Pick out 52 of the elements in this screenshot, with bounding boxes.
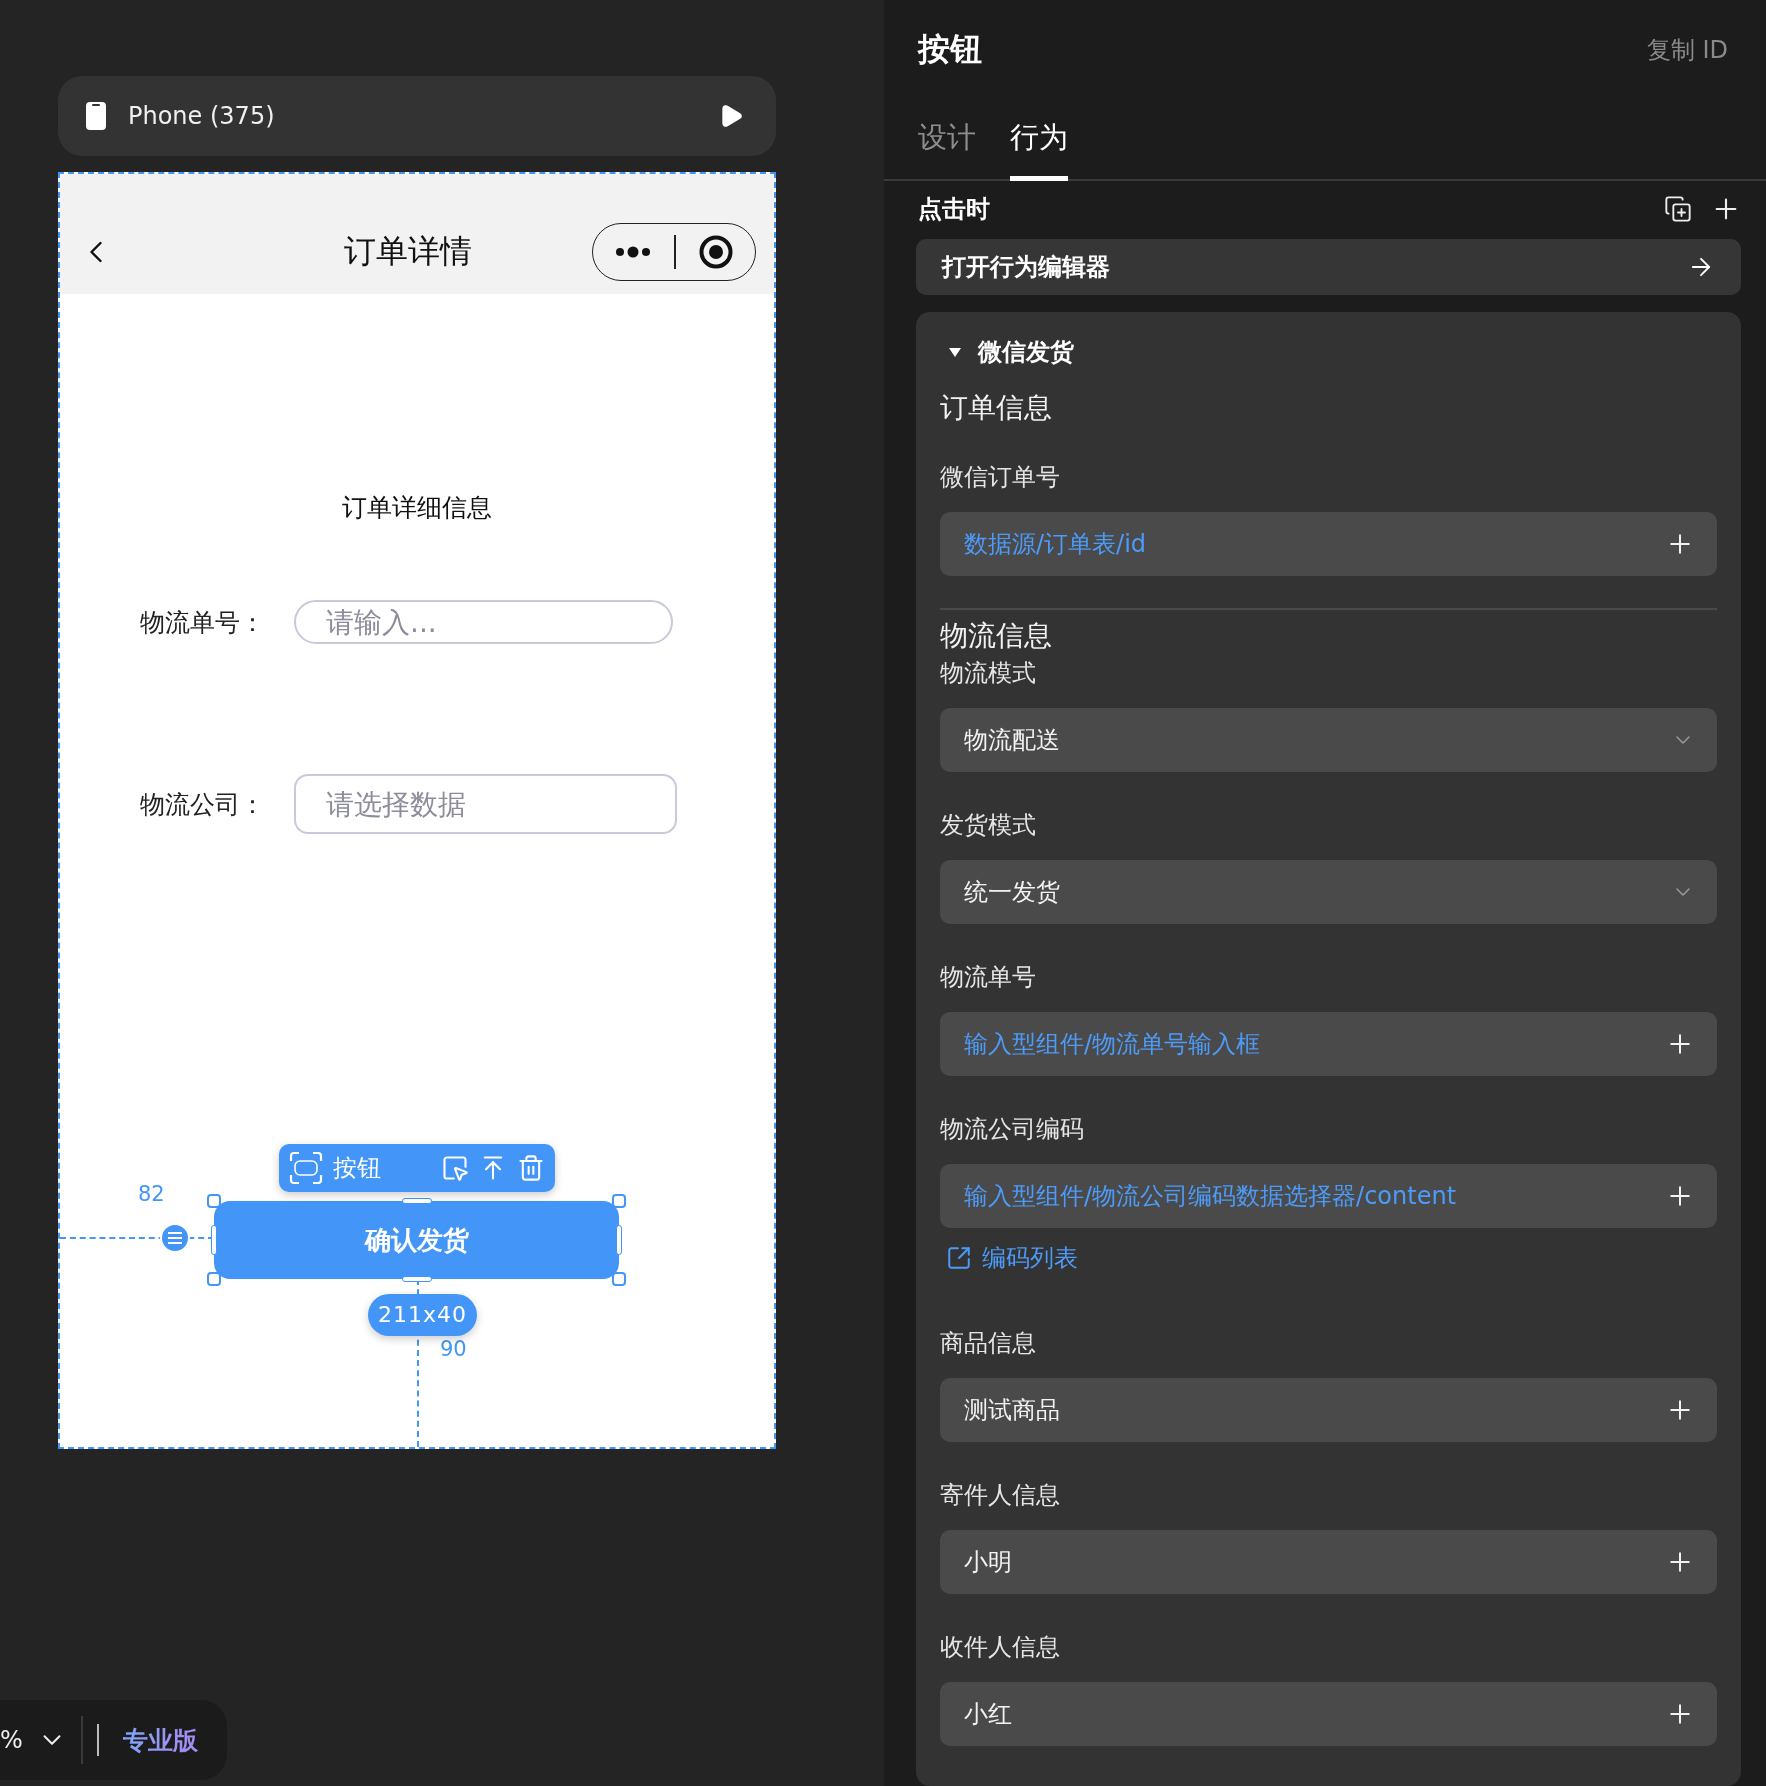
phone-icon bbox=[86, 102, 106, 130]
panel-tab[interactable]: 设计 bbox=[918, 118, 976, 181]
form-label: 物流公司： bbox=[140, 788, 266, 821]
resize-handle[interactable] bbox=[612, 1194, 626, 1208]
event-label: 点击时 bbox=[918, 193, 991, 225]
resize-handle[interactable] bbox=[402, 1198, 432, 1204]
resize-handle[interactable] bbox=[616, 1225, 622, 1255]
field-label: 收件人信息 bbox=[940, 1632, 1061, 1663]
binding-field[interactable]: 小红 bbox=[940, 1682, 1717, 1746]
more-icon[interactable] bbox=[614, 246, 651, 258]
btn-icon bbox=[289, 1151, 323, 1185]
field-label: 微信订单号 bbox=[940, 462, 1061, 493]
resize-handle[interactable] bbox=[402, 1276, 432, 1282]
select-field[interactable]: 物流配送 bbox=[940, 708, 1717, 772]
field-label: 发货模式 bbox=[940, 810, 1037, 841]
input-field[interactable]: 请输入... bbox=[294, 600, 673, 644]
component-type-label: 按钮 bbox=[333, 1153, 382, 1184]
copy-id-link[interactable]: 复制 ID bbox=[1646, 34, 1728, 66]
field-label: 物流模式 bbox=[940, 658, 1037, 689]
binding-field[interactable]: 小明 bbox=[940, 1530, 1717, 1594]
device-label[interactable]: Phone (375) bbox=[128, 102, 696, 130]
add-copy-icon[interactable] bbox=[1664, 194, 1692, 223]
pointer-icon[interactable] bbox=[441, 1154, 469, 1182]
field-label: 物流公司编码 bbox=[940, 1114, 1085, 1145]
size-badge: 211x40 bbox=[368, 1294, 477, 1336]
offset-label: 90 bbox=[440, 1337, 467, 1361]
zoom-value[interactable]: % bbox=[0, 1726, 23, 1754]
binding-field[interactable]: 测试商品 bbox=[940, 1378, 1717, 1442]
code-list-link[interactable]: 编码列表 bbox=[946, 1242, 1078, 1274]
panel-tab[interactable]: 行为 bbox=[1010, 118, 1068, 181]
caret-down-icon bbox=[948, 346, 962, 358]
section-heading: 订单详细信息 bbox=[342, 492, 492, 524]
field-label: 商品信息 bbox=[940, 1328, 1037, 1359]
resize-handle[interactable] bbox=[211, 1225, 217, 1255]
field-label: 寄件人信息 bbox=[940, 1480, 1061, 1511]
select-field[interactable]: 统一发货 bbox=[940, 860, 1717, 924]
open-editor-button[interactable]: 打开行为编辑器 bbox=[916, 238, 1741, 295]
resize-handle[interactable] bbox=[612, 1272, 626, 1286]
resize-handle[interactable] bbox=[207, 1272, 221, 1286]
section-title: 物流信息 bbox=[940, 608, 1717, 656]
section-title: 订单信息 bbox=[940, 390, 1053, 426]
page-title: 订单详情 bbox=[343, 231, 473, 272]
record-icon[interactable] bbox=[699, 235, 734, 269]
field-label: 物流单号 bbox=[940, 962, 1037, 993]
select-field[interactable]: 请选择数据 bbox=[294, 774, 677, 834]
panel-title: 按钮 bbox=[918, 29, 982, 70]
resize-handle[interactable] bbox=[207, 1194, 221, 1208]
offset-label: 82 bbox=[138, 1182, 165, 1206]
delete-icon[interactable] bbox=[517, 1154, 545, 1182]
external-link-icon bbox=[946, 1245, 972, 1271]
action-header[interactable]: 微信发货 bbox=[940, 330, 1082, 374]
form-label: 物流单号： bbox=[140, 606, 266, 639]
